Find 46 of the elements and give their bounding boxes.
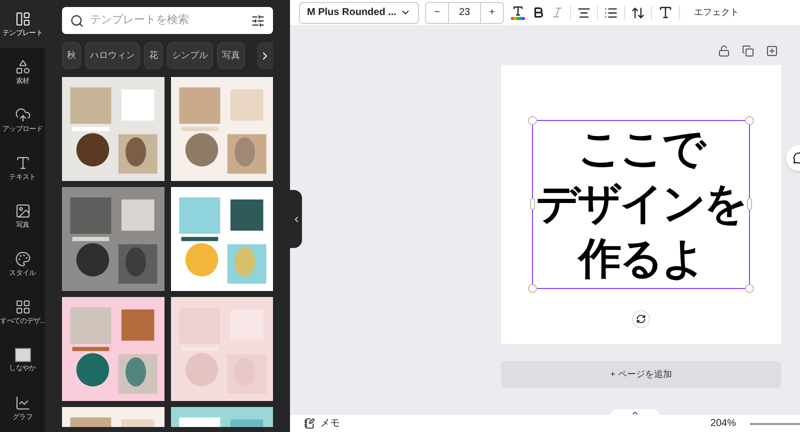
cloud-upload-icon	[14, 107, 30, 123]
rotate-icon	[636, 314, 646, 324]
thumbnail-icon	[14, 348, 30, 362]
line-chart-icon	[14, 395, 30, 411]
font-size-field[interactable]: 23	[448, 2, 481, 22]
filter-chip[interactable]: 花	[144, 42, 163, 69]
add-page-button[interactable]: + ページを追加	[501, 361, 781, 388]
text-line: デザインを	[536, 178, 746, 231]
scroll-right-button[interactable]	[257, 42, 273, 69]
filter-chip[interactable]: シンプル	[167, 42, 213, 69]
collapse-handle[interactable]	[290, 190, 302, 248]
list-icon[interactable]	[604, 6, 618, 20]
chevron-up-icon	[631, 409, 639, 417]
add-page-icon[interactable]	[766, 45, 778, 57]
decrease-button[interactable]: −	[426, 2, 448, 22]
text-icon	[14, 155, 30, 171]
image-icon	[14, 203, 30, 219]
rotate-handle[interactable]	[632, 310, 650, 328]
search-input[interactable]: テンプレートを検索	[90, 12, 245, 29]
search-icon	[70, 14, 84, 28]
notes-icon	[304, 418, 315, 429]
effects-button[interactable]: エフェクト	[686, 6, 747, 20]
align-center-icon[interactable]	[577, 6, 591, 20]
filter-chip[interactable]: 秋	[62, 42, 81, 69]
unlock-icon[interactable]	[718, 45, 730, 57]
spacing-icon[interactable]	[631, 6, 645, 20]
text-line: 作るよ	[578, 233, 704, 286]
filter-chip[interactable]: 写真	[217, 42, 245, 69]
text-size-icon[interactable]	[658, 5, 673, 20]
bold-icon[interactable]	[532, 6, 545, 19]
filter-icon	[251, 14, 265, 28]
duplicate-icon[interactable]	[742, 45, 754, 57]
search-field[interactable]: テンプレートを検索	[62, 7, 273, 34]
filter-chip[interactable]: ハロウィン	[85, 42, 140, 69]
font-name: M Plus Rounded ...	[307, 6, 396, 20]
grid-icon	[14, 299, 30, 315]
palette-icon	[14, 251, 30, 267]
notes-button[interactable]: メモ	[304, 416, 340, 431]
font-size-stepper[interactable]: − 23 +	[425, 2, 504, 24]
text-line: ここで	[578, 123, 704, 176]
increase-button[interactable]: +	[481, 2, 503, 22]
font-dropdown[interactable]: M Plus Rounded ...	[299, 2, 419, 24]
text-color-icon[interactable]	[510, 4, 526, 20]
shapes-icon	[14, 59, 30, 75]
layout-icon	[14, 11, 30, 27]
zoom-level: 204%	[710, 417, 736, 431]
